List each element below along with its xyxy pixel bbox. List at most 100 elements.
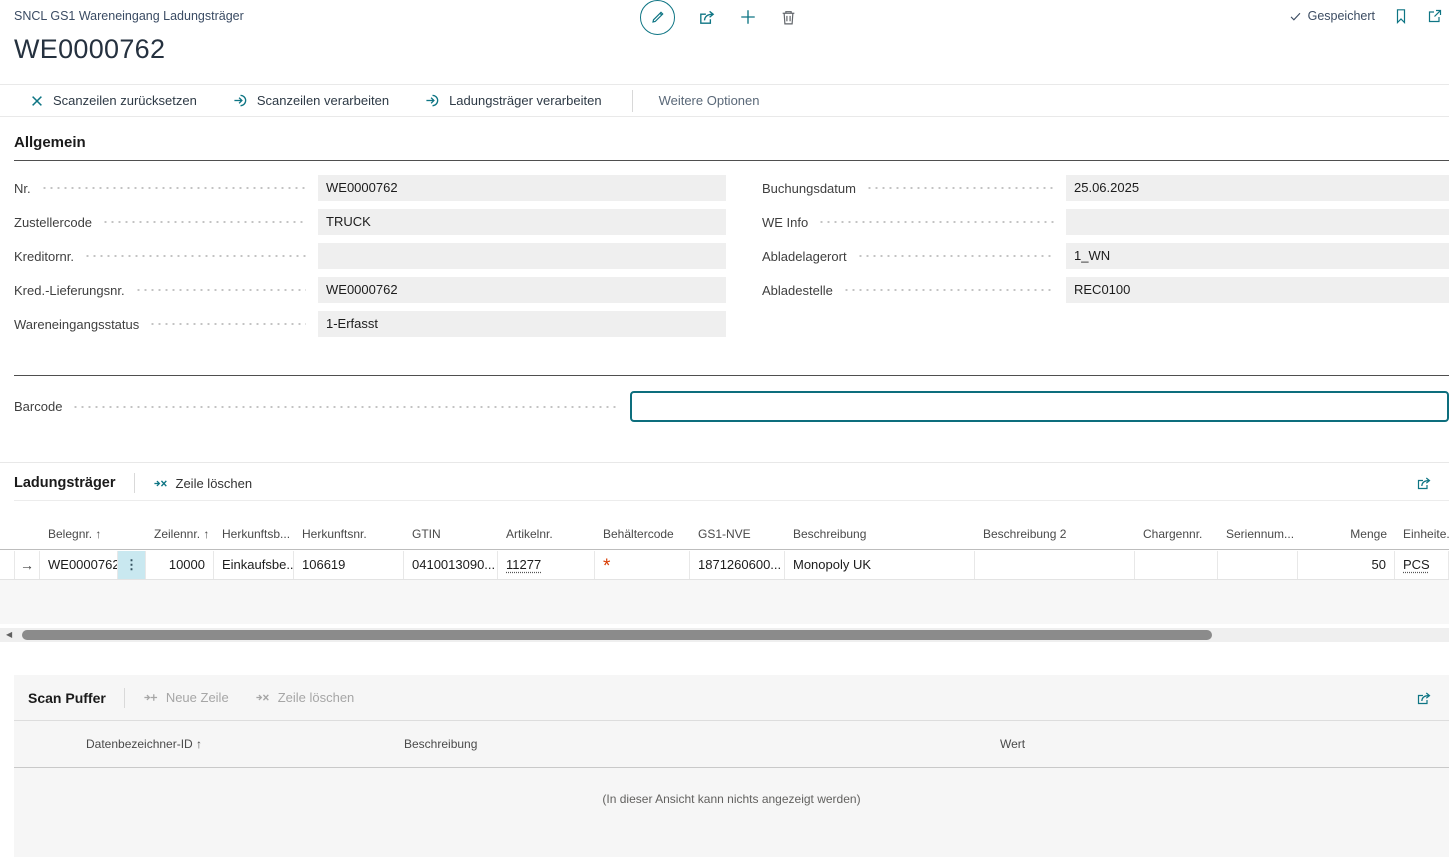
cell-beschreibung[interactable]: Monopoly UK [785, 551, 975, 579]
scan-buffer-heading[interactable]: Scan Puffer [28, 690, 106, 706]
cell-chargennr[interactable] [1135, 551, 1218, 579]
field-value-kred-lieferungsnr[interactable]: WE0000762 [318, 277, 726, 303]
carriers-heading[interactable]: Ladungsträger [14, 475, 116, 491]
cell-herkunftsnr[interactable]: 106619 [294, 551, 404, 579]
general-fields-right: Buchungsdatum 25.06.2025 WE Info Abladel… [762, 175, 1449, 311]
row-options-icon[interactable]: ⋮ [118, 551, 146, 579]
column-gtin[interactable]: GTIN [404, 527, 498, 541]
einheit-drilldown-link[interactable]: PCS [1403, 557, 1430, 572]
barcode-input[interactable] [630, 391, 1449, 422]
dotted-leader [866, 187, 1054, 189]
page: SNCL GS1 Wareneingang Ladungsträger [0, 0, 1449, 857]
action-label: Neue Zeile [166, 690, 229, 705]
action-process-scan-lines[interactable]: Scanzeilen verarbeiten [233, 93, 389, 108]
column-zeilennr[interactable]: Zeilennr. ↑ [146, 527, 214, 541]
bookmark-icon[interactable] [1393, 8, 1409, 24]
field-label: Wareneingangsstatus [14, 317, 139, 332]
cell-belegnr[interactable]: WE0000762 [40, 551, 118, 579]
field-value-we-info[interactable] [1066, 209, 1449, 235]
dotted-leader [818, 221, 1054, 223]
field-value-nr[interactable]: WE0000762 [318, 175, 726, 201]
cell-zeilennr[interactable]: 10000 [146, 551, 214, 579]
carriers-part-header: Ladungsträger Zeile löschen [14, 468, 1432, 498]
top-bar: SNCL GS1 Wareneingang Ladungsträger [0, 0, 1449, 32]
horizontal-scrollbar[interactable]: ◀ [0, 628, 1449, 642]
field-kred-lieferungsnr: Kred.-Lieferungsnr. WE0000762 [14, 277, 726, 303]
column-artikelnr[interactable]: Artikelnr. [498, 527, 595, 541]
action-label: Zeile löschen [176, 476, 253, 491]
delete-button[interactable] [780, 9, 797, 26]
scrollbar-thumb[interactable] [22, 630, 1212, 640]
share-button[interactable] [698, 8, 716, 26]
column-herkunftsnr[interactable]: Herkunftsnr. [294, 527, 404, 541]
cell-einheit[interactable]: PCS [1395, 551, 1449, 579]
dotted-leader [41, 187, 306, 189]
breadcrumb[interactable]: SNCL GS1 Wareneingang Ladungsträger [14, 0, 244, 32]
scan-buffer-delete-line-button[interactable]: Zeile löschen [255, 690, 355, 705]
column-chargennr[interactable]: Chargennr. [1135, 527, 1218, 541]
action-process-carriers[interactable]: Ladungsträger verarbeiten [425, 93, 602, 108]
column-gs1-nve[interactable]: GS1-NVE [690, 527, 785, 541]
field-value-wareneingangsstatus[interactable]: 1-Erfasst [318, 311, 726, 337]
carriers-table-row: → WE0000762 ⋮ 10000 Einkaufsbe... 106619… [0, 551, 1449, 580]
artikelnr-drilldown-link[interactable]: 11277 [506, 557, 541, 572]
field-nr: Nr. WE0000762 [14, 175, 726, 201]
field-value-abladelagerort[interactable]: 1_WN [1066, 243, 1449, 269]
cell-artikelnr[interactable]: 11277 [498, 551, 595, 579]
cell-behaeltercode[interactable]: * [595, 551, 690, 579]
scan-buffer-card: Scan Puffer Neue Zeile Zeile löschen Dat… [14, 675, 1449, 857]
dotted-leader [135, 289, 306, 291]
new-button[interactable] [739, 8, 757, 26]
carriers-delete-line-button[interactable]: Zeile löschen [153, 476, 253, 491]
scan-buffer-share-icon[interactable] [1416, 690, 1432, 706]
empty-view-message: (In dieser Ansicht kann nichts angezeigt… [14, 768, 1449, 806]
scrollbar-left-arrow-icon[interactable]: ◀ [6, 628, 12, 642]
cell-gtin[interactable]: 0410013090... [404, 551, 498, 579]
column-seriennr[interactable]: Seriennum... [1218, 527, 1298, 541]
cell-menge[interactable]: 50 [1298, 551, 1395, 579]
cell-seriennr[interactable] [1218, 551, 1298, 579]
action-label: Zeile löschen [278, 690, 355, 705]
scan-buffer-new-line-button[interactable]: Neue Zeile [143, 690, 229, 705]
field-label: WE Info [762, 215, 808, 230]
field-wareneingangsstatus: Wareneingangsstatus 1-Erfasst [14, 311, 726, 337]
column-beschreibung[interactable]: Beschreibung [404, 737, 1000, 751]
field-abladelagerort: Abladelagerort 1_WN [762, 243, 1449, 269]
column-menge[interactable]: Menge [1298, 527, 1395, 541]
column-beschreibung-2[interactable]: Beschreibung 2 [975, 527, 1135, 541]
cell-beschreibung-2[interactable] [975, 551, 1135, 579]
part-header-line [14, 500, 1449, 501]
column-behaeltercode[interactable]: Behältercode [595, 527, 690, 541]
cell-gs1-nve[interactable]: 1871260600... [690, 551, 785, 579]
field-value-buchungsdatum[interactable]: 25.06.2025 [1066, 175, 1449, 201]
column-belegnr[interactable]: Belegnr. ↑ [40, 527, 118, 541]
field-label: Abladelagerort [762, 249, 847, 264]
column-herkunftsbeleg[interactable]: Herkunftsb... [214, 527, 294, 541]
edit-button[interactable] [640, 0, 675, 35]
saved-indicator: Gespeichert [1289, 9, 1375, 23]
field-value-abladestelle[interactable]: REC0100 [1066, 277, 1449, 303]
topbar-right: Gespeichert [1289, 0, 1443, 32]
open-in-new-window-icon[interactable] [1427, 8, 1443, 24]
barcode-label: Barcode [14, 399, 62, 414]
more-options-button[interactable]: Weitere Optionen [659, 93, 760, 108]
record-actions [640, 0, 797, 34]
field-value-zustellercode[interactable]: TRUCK [318, 209, 726, 235]
column-datenbezeichner-id[interactable]: Datenbezeichner-ID ↑ [14, 737, 404, 751]
group-divider [14, 375, 1449, 376]
page-title: WE0000762 [14, 34, 165, 65]
column-einheit[interactable]: Einheite... [1395, 527, 1449, 541]
section-heading-allgemein[interactable]: Allgemein [14, 134, 1449, 161]
cell-herkunftsbeleg[interactable]: Einkaufsbe... [214, 551, 294, 579]
field-buchungsdatum: Buchungsdatum 25.06.2025 [762, 175, 1449, 201]
action-reset-scan-lines[interactable]: Scanzeilen zurücksetzen [30, 93, 197, 108]
action-label: Scanzeilen zurücksetzen [53, 93, 197, 108]
action-bar-divider [632, 90, 633, 112]
column-wert[interactable]: Wert [1000, 737, 1449, 751]
carriers-share-icon[interactable] [1416, 475, 1432, 491]
carriers-grid-header: Belegnr. ↑ Zeilennr. ↑ Herkunftsb... Her… [0, 518, 1449, 550]
close-x-icon [30, 94, 44, 108]
required-asterisk[interactable]: * [603, 556, 610, 577]
field-value-kreditornr[interactable] [318, 243, 726, 269]
column-beschreibung[interactable]: Beschreibung [785, 527, 975, 541]
